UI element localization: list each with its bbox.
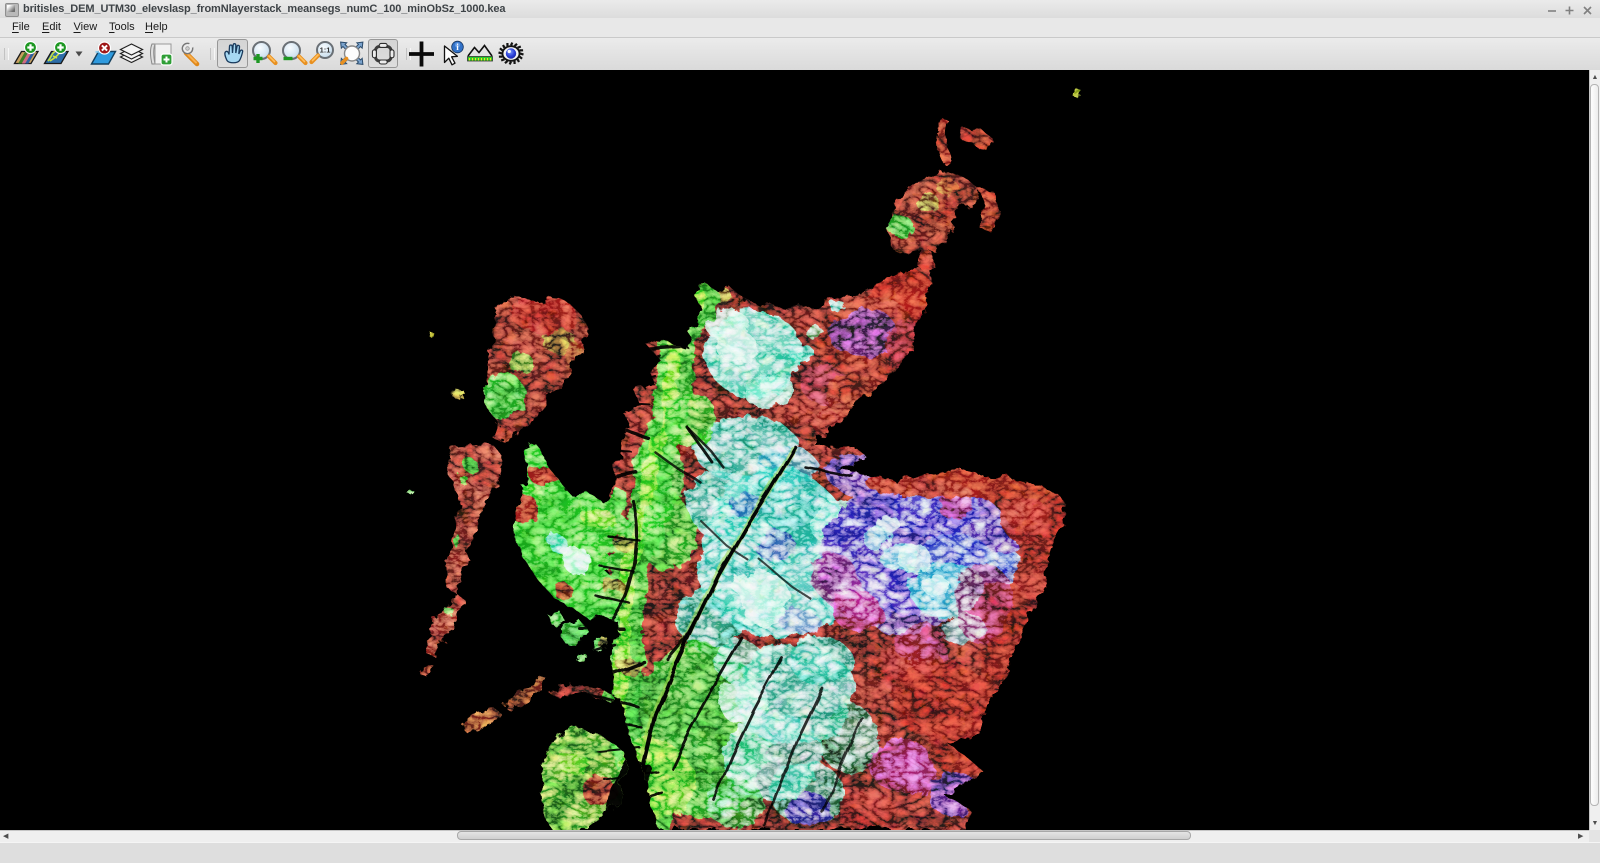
svg-text:1:1: 1:1 <box>320 46 331 55</box>
